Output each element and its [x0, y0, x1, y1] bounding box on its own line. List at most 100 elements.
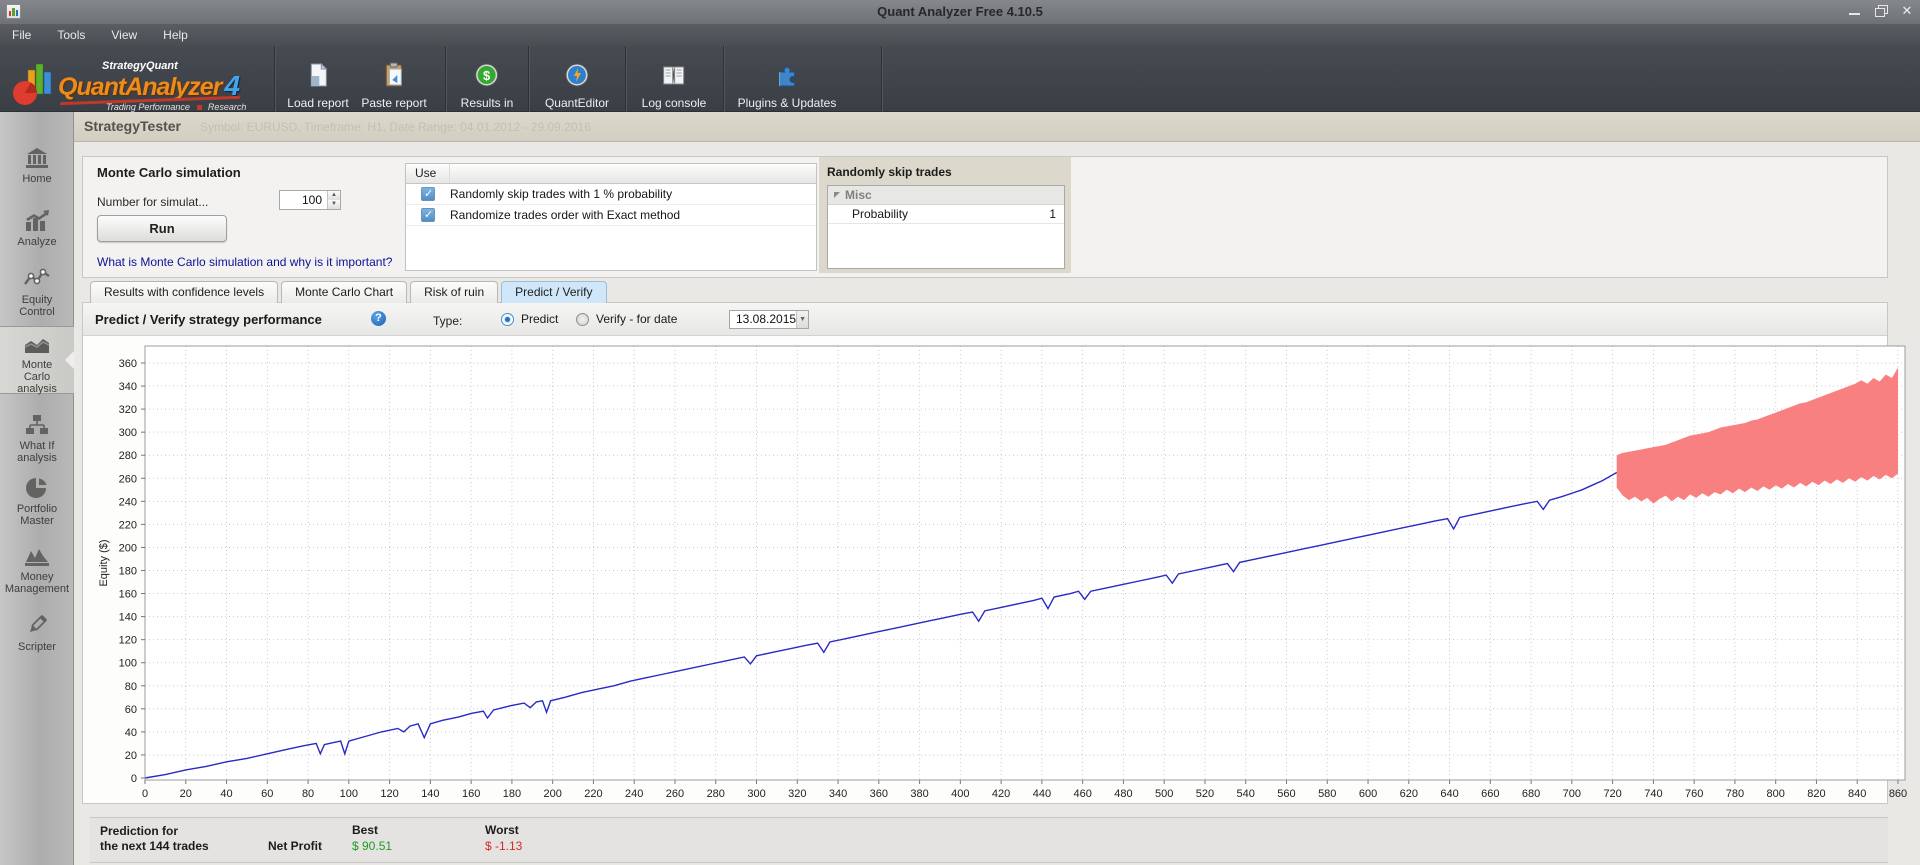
- net-profit-label: Net Profit: [268, 839, 322, 853]
- svg-text:760: 760: [1685, 788, 1703, 800]
- sidebar-item-label: What If analysis: [0, 440, 74, 464]
- sidebar-item-what-if[interactable]: What If analysis: [0, 412, 74, 464]
- restore-icon[interactable]: [1874, 4, 1888, 18]
- svg-text:740: 740: [1644, 788, 1662, 800]
- paste-report-label: Paste report: [361, 96, 426, 110]
- menu-file[interactable]: File: [12, 28, 31, 42]
- svg-text:780: 780: [1726, 788, 1744, 800]
- stepper-down-icon[interactable]: ▼: [328, 200, 340, 209]
- probability-value[interactable]: 1: [1049, 207, 1064, 221]
- svg-text:440: 440: [1033, 788, 1051, 800]
- help-icon[interactable]: ?: [371, 311, 386, 326]
- svg-text:40: 40: [125, 727, 137, 739]
- app-window: Quant Analyzer Free 4.10.5 ✕ File Tools …: [0, 0, 1920, 865]
- svg-text:660: 660: [1481, 788, 1499, 800]
- paste-report-button[interactable]: Paste report: [361, 60, 426, 110]
- sidebar-item-analyze[interactable]: Analyze: [0, 208, 74, 248]
- what-if-icon: [25, 414, 49, 436]
- number-of-simulations-value[interactable]: 100: [280, 191, 327, 209]
- svg-text:0: 0: [131, 773, 137, 785]
- menu-tools[interactable]: Tools: [57, 28, 85, 42]
- predict-radio-option[interactable]: Predict: [501, 312, 558, 326]
- tab-monte-carlo-chart[interactable]: Monte Carlo Chart: [281, 281, 407, 303]
- equity-chart: 0204060801001201401601802002202402602803…: [91, 342, 1913, 804]
- svg-text:180: 180: [119, 566, 137, 578]
- portfolio-icon: [25, 477, 49, 499]
- plugins-updates-button[interactable]: Plugins & Updates: [738, 60, 837, 110]
- type-label: Type:: [433, 314, 462, 328]
- prediction-title-line1: Prediction for: [100, 824, 178, 838]
- sidebar-item-equity-control[interactable]: Equity Control: [0, 266, 74, 318]
- svg-text:140: 140: [421, 788, 439, 800]
- randomize-order-checkbox[interactable]: [421, 208, 435, 222]
- tab-risk-of-ruin[interactable]: Risk of ruin: [410, 281, 498, 303]
- svg-text:320: 320: [119, 404, 137, 416]
- log-console-icon: [661, 62, 687, 88]
- svg-text:60: 60: [125, 704, 137, 716]
- worst-label: Worst: [485, 823, 519, 837]
- log-console-button[interactable]: Log console: [642, 60, 707, 110]
- tab-predict-verify[interactable]: Predict / Verify: [501, 281, 606, 303]
- svg-text:220: 220: [584, 788, 602, 800]
- verify-radio-label: Verify - for date: [596, 312, 677, 326]
- probability-row[interactable]: Probability 1: [828, 205, 1064, 224]
- toolbar: StrategyQuant QuantAnalyzer4 Trading Per…: [0, 46, 1920, 112]
- svg-text:340: 340: [119, 381, 137, 393]
- analyze-icon: [24, 210, 50, 232]
- results-in-button[interactable]: $ Results in: [461, 60, 514, 110]
- load-report-button[interactable]: Load report: [287, 60, 348, 110]
- monte-carlo-icon: [23, 333, 51, 355]
- skip-panel-title: Randomly skip trades: [827, 165, 1065, 179]
- svg-text:80: 80: [125, 681, 137, 693]
- menu-help[interactable]: Help: [163, 28, 188, 42]
- date-value: 13.08.2015: [730, 311, 796, 328]
- verify-radio[interactable]: [576, 313, 589, 326]
- misc-group-row[interactable]: Misc: [828, 186, 1064, 205]
- close-icon[interactable]: ✕: [1900, 4, 1914, 18]
- svg-text:620: 620: [1400, 788, 1418, 800]
- number-of-simulations-stepper[interactable]: 100 ▲▼: [279, 190, 341, 210]
- svg-text:100: 100: [119, 658, 137, 670]
- minimize-icon[interactable]: [1848, 4, 1862, 18]
- randomize-order-label: Randomize trades order with Exact method: [450, 208, 680, 222]
- skip-trades-checkbox[interactable]: [421, 187, 435, 201]
- table-row[interactable]: Randomly skip trades with 1 % probabilit…: [406, 184, 816, 205]
- svg-text:560: 560: [1277, 788, 1295, 800]
- svg-text:420: 420: [992, 788, 1010, 800]
- quant-editor-label: QuantEditor: [545, 96, 609, 110]
- sidebar-item-money-management[interactable]: Money Management: [0, 543, 74, 595]
- svg-text:580: 580: [1318, 788, 1336, 800]
- sidebar-item-monte-carlo[interactable]: Monte Carlo analysis: [0, 327, 74, 393]
- sidebar-item-scripter[interactable]: Scripter: [0, 613, 74, 653]
- chevron-down-icon[interactable]: ▼: [796, 311, 808, 328]
- tab-results-confidence[interactable]: Results with confidence levels: [90, 281, 278, 303]
- skip-panel-property-grid: Misc Probability 1: [827, 185, 1065, 269]
- svg-text:280: 280: [707, 788, 725, 800]
- simulation-title: Monte Carlo simulation: [97, 165, 241, 180]
- table-row[interactable]: Randomize trades order with Exact method: [406, 205, 816, 226]
- date-select[interactable]: 13.08.2015 ▼: [729, 310, 809, 329]
- svg-text:260: 260: [119, 473, 137, 485]
- svg-text:$: $: [483, 68, 491, 83]
- use-table-header: Use: [406, 164, 816, 184]
- verify-radio-option[interactable]: Verify - for date: [576, 312, 677, 326]
- sidebar-item-portfolio-master[interactable]: Portfolio Master: [0, 475, 74, 527]
- monte-carlo-help-link[interactable]: What is Monte Carlo simulation and why i…: [97, 255, 392, 269]
- sidebar-item-label: Monte Carlo analysis: [0, 359, 74, 395]
- menu-view[interactable]: View: [111, 28, 137, 42]
- scripter-icon: [25, 613, 49, 637]
- svg-text:340: 340: [829, 788, 847, 800]
- sidebar-item-home[interactable]: Home: [0, 145, 74, 185]
- predict-radio[interactable]: [501, 313, 514, 326]
- y-axis-title: Equity ($): [98, 539, 110, 586]
- svg-text:180: 180: [503, 788, 521, 800]
- stepper-up-icon[interactable]: ▲: [328, 191, 340, 200]
- monte-carlo-simulation-panel: Monte Carlo simulation Number for simula…: [82, 156, 1888, 278]
- quant-editor-button[interactable]: QuantEditor: [545, 60, 609, 110]
- svg-text:120: 120: [380, 788, 398, 800]
- svg-text:300: 300: [747, 788, 765, 800]
- run-button[interactable]: Run: [97, 215, 227, 242]
- brand-logo-icon: [12, 60, 56, 106]
- svg-text:280: 280: [119, 450, 137, 462]
- tab-bar: Results with confidence levels Monte Car…: [90, 281, 607, 303]
